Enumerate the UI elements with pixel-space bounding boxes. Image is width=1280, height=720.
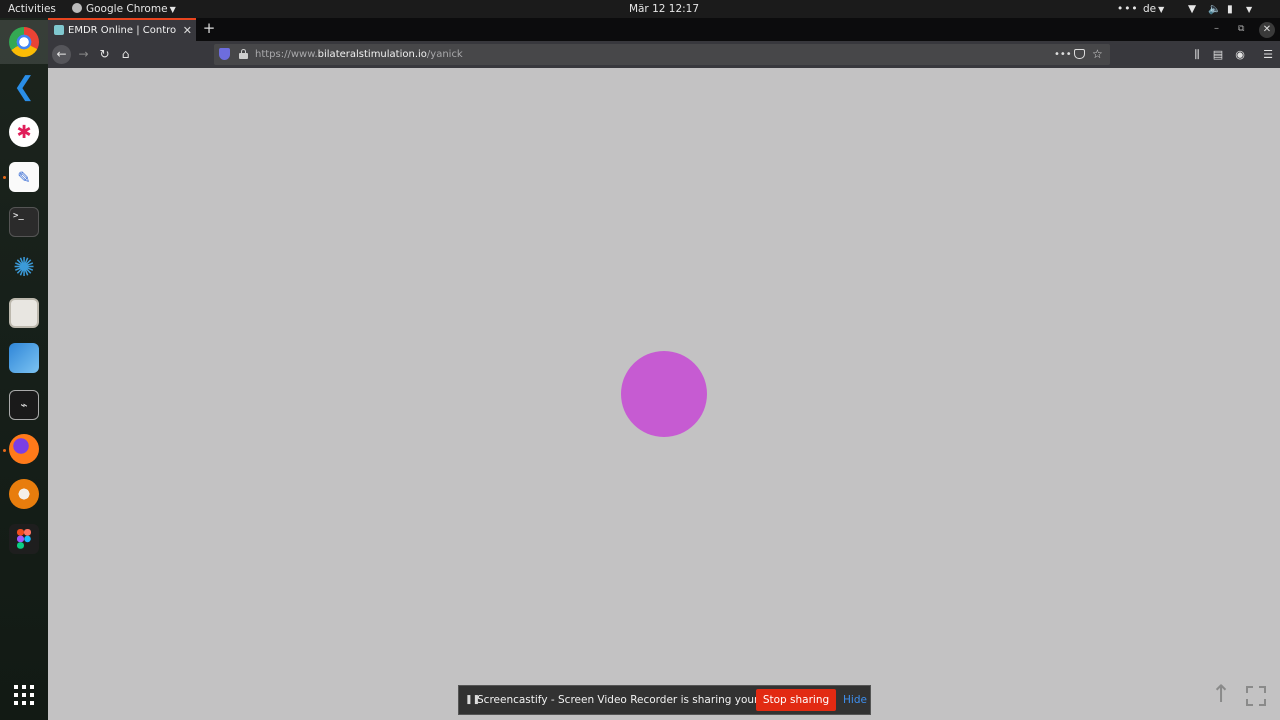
software-center-icon[interactable] — [9, 343, 39, 373]
keyboard-layout-label: de — [1143, 3, 1157, 15]
stop-sharing-button[interactable]: Stop sharing — [756, 689, 836, 711]
library-icon[interactable]: ⫼ — [1189, 45, 1205, 64]
text-editor-icon[interactable]: ✎ — [9, 162, 39, 192]
steam-icon[interactable]: ✺ — [9, 253, 39, 283]
chrome-icon[interactable] — [9, 27, 39, 57]
tab-strip: EMDR Online | Controlla ✕ + – ⧉ ✕ — [48, 18, 1280, 41]
figma-logo — [17, 529, 31, 549]
chevron-down-icon: ▼ — [169, 5, 176, 14]
url-path: /yanick — [426, 49, 463, 60]
power-menu-chevron-icon[interactable]: ▼ — [1244, 0, 1252, 18]
gnome-top-bar: Activities Google Chrome ▼ Mär 12 12:17 •… — [0, 0, 1280, 18]
arrow-up-icon[interactable]: ↑ — [1208, 680, 1234, 708]
tab-emdr-online[interactable]: EMDR Online | Controlla ✕ — [48, 18, 196, 41]
battery-icon[interactable]: ▮ — [1227, 0, 1233, 18]
figma-icon[interactable] — [9, 524, 39, 554]
app-menu[interactable]: Google Chrome ▼ — [72, 0, 176, 18]
activities-button[interactable]: Activities — [8, 0, 56, 18]
app-menu-label: Google Chrome — [86, 3, 168, 15]
minimize-icon[interactable]: – — [1214, 18, 1219, 40]
blender-icon[interactable] — [9, 479, 39, 509]
new-tab-button[interactable]: + — [202, 18, 216, 39]
url-text[interactable]: https://www.bilateralstimulation.io/yani… — [255, 44, 463, 65]
dock: ❮ ✱ ✎ >_ ✺ ⌁ — [0, 18, 48, 720]
url-prefix: https://www. — [255, 49, 318, 60]
chevron-down-icon: ▼ — [1158, 5, 1165, 14]
volume-icon[interactable]: 🔈 — [1208, 0, 1221, 18]
navigation-toolbar: ← → ↻ ⌂ https://www.bilateralstimulation… — [48, 41, 1280, 68]
app-grid-icon[interactable] — [9, 680, 39, 710]
system-monitor-icon[interactable]: ⌁ — [9, 390, 39, 420]
running-indicator — [3, 449, 6, 452]
share-message: Screencastify - Screen Video Recorder is… — [477, 694, 800, 706]
url-host: bilateralstimulation.io — [317, 49, 427, 60]
url-bar[interactable]: https://www.bilateralstimulation.io/yani… — [214, 44, 1110, 65]
chrome-app-icon — [72, 3, 82, 13]
keyboard-layout-menu[interactable]: de ▼ — [1143, 0, 1164, 18]
page-content: ❚❚ Screencastify - Screen Video Recorder… — [48, 68, 1280, 720]
tab-favicon-icon — [54, 25, 64, 35]
home-icon[interactable]: ⌂ — [116, 45, 135, 64]
firefox-icon[interactable] — [9, 434, 39, 464]
tab-close-icon[interactable]: ✕ — [183, 20, 192, 41]
forward-arrow-icon[interactable]: → — [74, 45, 93, 64]
tracking-protection-shield-icon[interactable] — [219, 48, 230, 60]
maximize-icon[interactable]: ⧉ — [1238, 18, 1244, 40]
stimulation-ball — [621, 351, 707, 437]
vscode-icon[interactable]: ❮ — [9, 72, 39, 102]
hamburger-menu-icon[interactable]: ☰ — [1260, 45, 1276, 64]
fullscreen-icon[interactable] — [1246, 686, 1266, 706]
window-close-icon[interactable]: ✕ — [1259, 22, 1275, 38]
back-arrow-icon[interactable]: ← — [52, 45, 71, 64]
reload-icon[interactable]: ↻ — [95, 45, 114, 64]
slack-icon[interactable]: ✱ — [9, 117, 39, 147]
bookmark-star-icon[interactable]: ☆ — [1092, 44, 1103, 65]
screen-share-notification: ❚❚ Screencastify - Screen Video Recorder… — [458, 685, 871, 715]
hide-link[interactable]: Hide — [843, 686, 867, 714]
running-indicator — [3, 176, 6, 179]
tray-overflow-icon[interactable]: ••• — [1117, 0, 1139, 18]
page-actions-menu-icon[interactable]: ••• — [1054, 44, 1072, 65]
lock-icon[interactable] — [239, 49, 248, 59]
pocket-icon[interactable] — [1074, 49, 1085, 59]
clock[interactable]: Mär 12 12:17 — [600, 0, 728, 18]
sidebar-icon[interactable]: ▤ — [1210, 45, 1226, 64]
app-grid-glyph — [14, 685, 34, 705]
tab-title: EMDR Online | Controlla — [68, 25, 176, 36]
terminal-icon[interactable]: >_ — [9, 207, 39, 237]
account-icon[interactable]: ◉ — [1232, 45, 1248, 64]
wifi-icon[interactable]: ▼ — [1188, 0, 1196, 18]
browser-window: EMDR Online | Controlla ✕ + – ⧉ ✕ ← → ↻ … — [48, 18, 1280, 720]
files-icon[interactable] — [9, 298, 39, 328]
